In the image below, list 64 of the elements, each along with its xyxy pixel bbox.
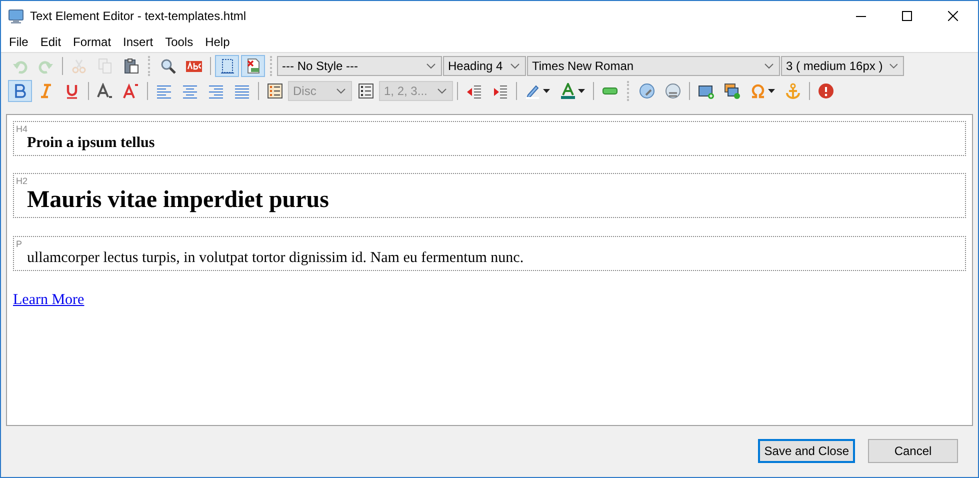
maximize-icon [902,11,912,21]
dialog-button[interactable]: Save and Close [758,439,855,463]
redo-icon [38,58,54,74]
menu-item[interactable]: Format [67,34,118,48]
align-left-icon [156,83,172,99]
font-color-icon [560,83,576,99]
blocks-icon [219,58,235,74]
block-tag: H2 [16,177,28,186]
caret-icon [543,89,550,93]
caret-icon [768,89,775,93]
close-icon [948,11,958,21]
omega-icon [750,83,766,99]
heading: Proin a ipsum tellus [27,134,155,152]
paragraph: ullamcorper lectus turpis, in volutpat tortor dignissim id. Nam eu fermentum nunc. [27,249,524,267]
block-tag: P [16,240,22,249]
style-dropdown[interactable]: Heading 4 [443,56,526,76]
editor-area[interactable]: H4 Proin a ipsum tellus H2 Mauris vitae imperdiet purus P ullamcorper lectus turpis, in volutpat tortor dignissim id. Nam eu fermentum nunc. Learn More [6,114,973,426]
help-icon [818,83,834,99]
indent-icon [492,83,508,99]
dialog-button[interactable]: Cancel [868,439,958,463]
underline-icon [64,83,80,99]
pen-icon [525,83,541,99]
toolbar-button[interactable] [215,55,239,77]
chevron-icon [426,63,436,69]
italic-icon [38,83,54,99]
spellcheck-icon [186,58,202,74]
caret-icon [578,89,585,93]
style-dropdown[interactable]: 3 ( medium 16px ) [781,56,904,76]
stylesheet-icon [245,58,261,74]
anchor-icon [785,83,801,99]
align-center-icon [182,83,198,99]
chevron-icon [336,88,346,94]
magnifier-icon [160,58,176,74]
menu-item[interactable]: Edit [34,34,68,48]
scissors-icon [71,58,87,74]
copy-icon [97,58,113,74]
menu-item[interactable]: Tools [159,34,200,48]
justify-icon [234,83,250,99]
block-tag: H4 [16,125,28,134]
learn-more-link[interactable]: Learn More [13,292,84,309]
align-right-icon [208,83,224,99]
menu-item[interactable]: Help [199,34,236,48]
chevron-icon [510,63,520,69]
bold-icon [12,83,28,99]
image-icon [698,83,714,99]
bullet-list-icon [267,83,283,99]
clipboard-icon [123,58,139,74]
chevron-icon [764,63,774,69]
style-dropdown[interactable]: --- No Style --- [277,56,442,76]
heading: Mauris vitae imperdiet purus [27,186,329,214]
chevron-icon [888,63,898,69]
style-dropdown[interactable]: Times New Roman [527,56,780,76]
subscript-icon [97,83,113,99]
chevron-icon [437,88,447,94]
menu-item[interactable]: Insert [117,34,160,48]
toolbar-button[interactable] [241,55,265,77]
window-title: Text Element Editor - text-templates.html [30,9,248,23]
images-icon [724,83,740,99]
numbered-list-icon [358,83,374,99]
undo-icon [12,58,28,74]
app-icon [8,8,24,24]
superscript-icon [123,83,139,99]
outdent-icon [466,83,482,99]
menu-item[interactable]: File [3,34,34,48]
